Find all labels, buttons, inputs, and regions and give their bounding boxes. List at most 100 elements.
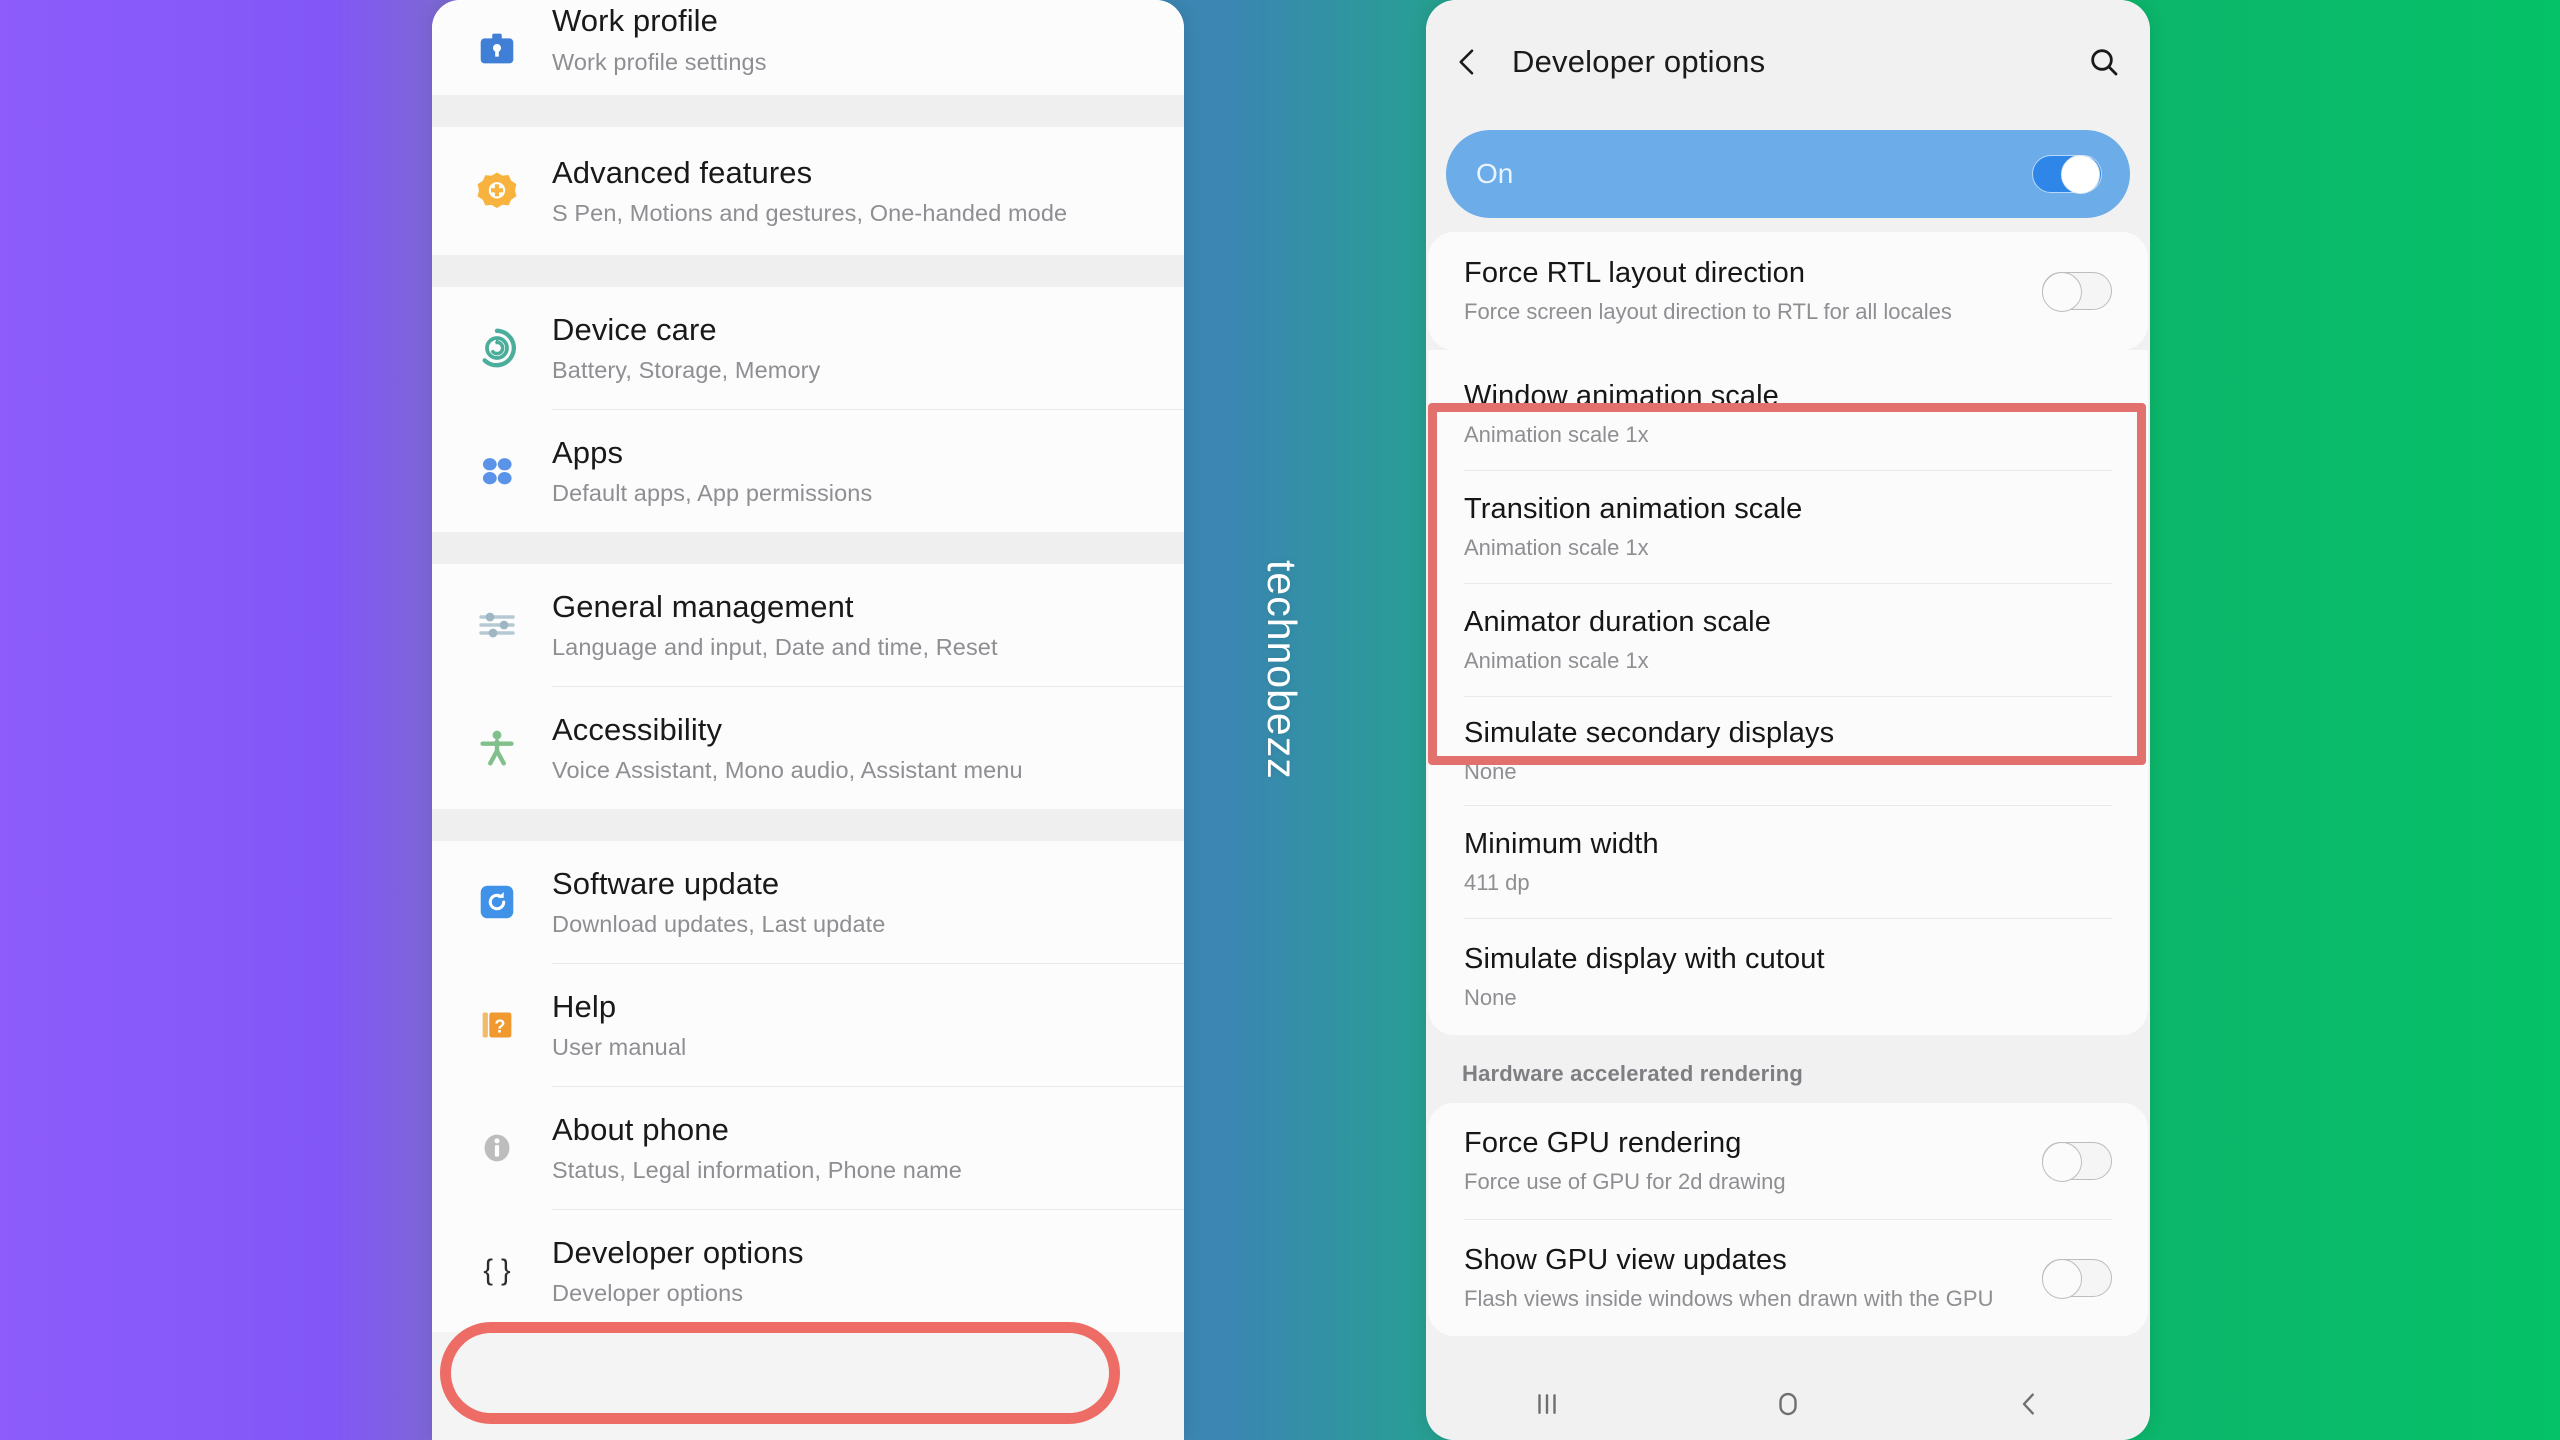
list-item-subtitle: S Pen, Motions and gestures, One-handed … [552,200,1068,227]
list-item-title: Help [552,988,617,1024]
setting-title: Simulate display with cutout [1464,943,1825,976]
setting-subtitle: Flash views inside windows when drawn wi… [1464,1286,1994,1312]
list-item[interactable]: Software update Download updates, Last u… [432,841,1184,963]
list-item[interactable]: Work profile Work profile settings [432,0,1184,95]
setting-row-simulate-secondary-displays[interactable]: Simulate secondary displays None [1428,697,2148,805]
developer-options-highlight [440,1322,1120,1424]
setting-title: Simulate secondary displays [1464,717,1835,750]
list-item-text: Developer options Developer options [534,1235,826,1308]
sidebar-item-developer-options[interactable]: { } Developer options Developer options [432,1210,1184,1332]
list-item-subtitle: User manual [552,1034,687,1061]
svg-text:?: ? [494,1017,505,1037]
list-item-text: Accessibility Voice Assistant, Mono audi… [534,712,1045,785]
master-switch-label: On [1476,158,1514,189]
toggle-force-rtl[interactable] [2041,271,2112,312]
list-item-subtitle: Language and input, Date and time, Reset [552,634,998,661]
developer-options-master-switch[interactable]: On [1446,130,2130,218]
list-item-text: Software update Download updates, Last u… [534,866,907,939]
setting-subtitle: Animation scale 1x [1464,535,1649,561]
setting-row-show-gpu-view-updates[interactable]: Show GPU view updates Flash views inside… [1428,1220,2148,1336]
setting-title: Force RTL layout direction [1464,257,1806,290]
setting-title: Window animation scale [1464,380,1779,413]
settings-group: Advanced features S Pen, Motions and ges… [432,127,1184,255]
setting-title: Animator duration scale [1464,606,1771,639]
setting-row-minimum-width[interactable]: Minimum width 411 dp [1428,806,2148,918]
group-separator [432,255,1184,287]
setting-subtitle: Force use of GPU for 2d drawing [1464,1169,1786,1195]
list-item-title: Device care [552,311,717,347]
list-item-text: Apps Default apps, App permissions [534,435,894,508]
group-separator [432,95,1184,127]
settings-group: Simulate secondary displays None Minimum… [1428,697,2148,1035]
setting-row-animator-duration-scale[interactable]: Animator duration scale Animation scale … [1428,584,2148,696]
svg-text:{ }: { } [483,1255,511,1287]
setting-row-text: Show GPU view updates Flash views inside… [1464,1243,2042,1312]
help-icon: ? [460,1002,534,1048]
list-item-title: Developer options [552,1234,804,1270]
back-icon[interactable] [2014,1389,2044,1424]
setting-title: Force GPU rendering [1464,1127,1742,1160]
setting-subtitle: Animation scale 1x [1464,422,1649,448]
list-item-subtitle: Voice Assistant, Mono audio, Assistant m… [552,757,1023,784]
setting-row-simulate-display-cutout[interactable]: Simulate display with cutout None [1428,919,2148,1035]
about-phone-icon [460,1125,534,1171]
setting-subtitle: None [1464,759,1517,785]
setting-row-text: Transition animation scale Animation sca… [1464,492,2112,561]
developer-options-icon: { } [460,1248,534,1294]
apps-icon [460,448,534,494]
chevron-left-icon[interactable] [1452,45,1498,79]
settings-group: General management Language and input, D… [432,564,1184,809]
setting-row-text: Minimum width 411 dp [1464,827,2112,896]
recents-icon[interactable] [1532,1389,1562,1424]
settings-group-animation-scales: Window animation scale Animation scale 1… [1428,350,2148,697]
list-item[interactable]: Advanced features S Pen, Motions and ges… [432,127,1184,255]
status-bar [1426,0,2150,8]
home-icon[interactable] [1773,1389,1803,1424]
toggle-on[interactable] [2032,154,2102,194]
list-item[interactable]: General management Language and input, D… [432,564,1184,686]
list-item-subtitle: Default apps, App permissions [552,480,873,507]
toggle-show-gpu-view-updates[interactable] [2041,1258,2112,1299]
list-item[interactable]: Apps Default apps, App permissions [432,410,1184,532]
list-item[interactable]: About phone Status, Legal information, P… [432,1087,1184,1209]
list-item-text: Help User manual [534,989,708,1062]
list-item-subtitle: Status, Legal information, Phone name [552,1157,962,1184]
list-item-subtitle: Battery, Storage, Memory [552,357,821,384]
work-profile-icon [460,25,534,71]
app-bar: Developer options [1426,8,2150,116]
setting-title: Minimum width [1464,828,1659,861]
list-item-title: Advanced features [552,154,813,190]
list-item-title: About phone [552,1111,729,1147]
left-phone-screen: Work profile Work profile settings Advan… [432,0,1184,1440]
list-item[interactable]: ? Help User manual [432,964,1184,1086]
group-separator [432,532,1184,564]
list-item-text: Advanced features S Pen, Motions and ges… [534,155,1089,228]
settings-group: Software update Download updates, Last u… [432,841,1184,1332]
device-care-icon [460,323,534,373]
software-update-icon [460,879,534,925]
section-header-hardware-accelerated-rendering: Hardware accelerated rendering [1426,1035,2150,1103]
setting-subtitle: None [1464,985,1517,1011]
setting-row-text: Force RTL layout direction Force screen … [1464,256,2042,325]
setting-row-text: Simulate display with cutout None [1464,942,2112,1011]
setting-row-text: Force GPU rendering Force use of GPU for… [1464,1126,2042,1195]
setting-row-window-animation-scale[interactable]: Window animation scale Animation scale 1… [1428,358,2148,470]
advanced-features-icon [460,167,534,215]
setting-row-force-gpu-rendering[interactable]: Force GPU rendering Force use of GPU for… [1428,1103,2148,1219]
list-item[interactable]: Device care Battery, Storage, Memory [432,287,1184,409]
setting-row-force-rtl[interactable]: Force RTL layout direction Force screen … [1428,232,2148,350]
setting-row-transition-animation-scale[interactable]: Transition animation scale Animation sca… [1428,471,2148,583]
list-item[interactable]: Accessibility Voice Assistant, Mono audi… [432,687,1184,809]
right-phone-screen: Developer options On Force RTL layout di… [1426,0,2150,1440]
list-item-text: Work profile Work profile settings [534,3,789,76]
page-title: Developer options [1512,44,1766,79]
list-item-title: General management [552,588,854,624]
setting-row-text: Window animation scale Animation scale 1… [1464,379,2112,448]
toggle-force-gpu-rendering[interactable] [2041,1141,2112,1182]
setting-title: Transition animation scale [1464,493,1803,526]
search-icon[interactable] [2074,46,2120,78]
settings-group: Force RTL layout direction Force screen … [1428,232,2148,350]
list-item-subtitle: Download updates, Last update [552,911,886,938]
list-item-text: Device care Battery, Storage, Memory [534,312,842,385]
settings-group: Force GPU rendering Force use of GPU for… [1428,1103,2148,1336]
